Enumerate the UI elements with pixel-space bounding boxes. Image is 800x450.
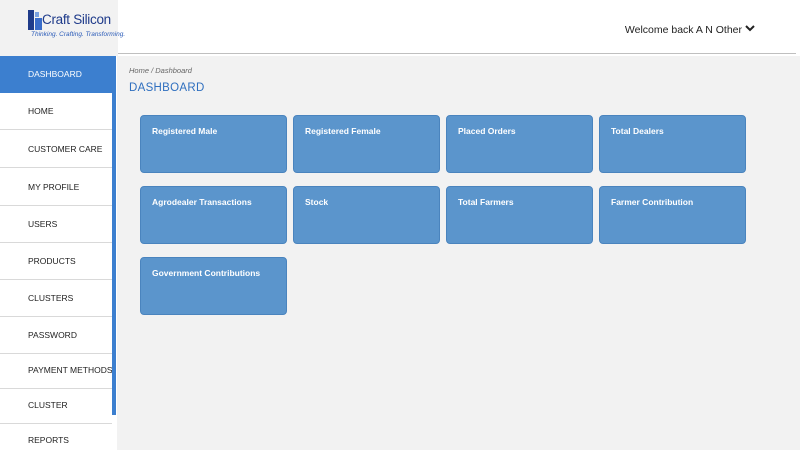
page-title: DASHBOARD	[129, 82, 205, 94]
user-menu[interactable]: Welcome back A N Other	[625, 24, 742, 36]
tile-label: Registered Female	[305, 126, 381, 136]
tile-total-dealers[interactable]: Total Dealers	[599, 115, 746, 173]
tile-label: Total Farmers	[458, 197, 514, 207]
sidebar-item-dashboard[interactable]: DASHBOARD	[0, 56, 116, 93]
tile-label: Government Contributions	[152, 268, 261, 278]
sidebar-item-payment-methods[interactable]: PAYMENT METHODS	[0, 352, 113, 389]
sidebar-item-products[interactable]: PRODUCTS	[0, 243, 112, 280]
sidebar-item-home[interactable]: HOME	[0, 93, 112, 130]
sidebar: DASHBOARD HOME CUSTOMER CARE MY PROFILE …	[0, 56, 117, 450]
sidebar-scroll-rail[interactable]	[112, 56, 116, 415]
tile-placed-orders[interactable]: Placed Orders	[446, 115, 593, 173]
logo-name: Craft Silicon	[42, 12, 111, 27]
sidebar-item-my-profile[interactable]: MY PROFILE	[0, 169, 112, 206]
tile-label: Stock	[305, 197, 329, 207]
tile-government-contributions[interactable]: Government Contributions	[140, 257, 287, 315]
sidebar-item-users[interactable]: USERS	[0, 206, 112, 243]
header-divider	[118, 53, 796, 54]
tile-label: Registered Male	[152, 126, 218, 136]
tile-label: Farmer Contribution	[611, 197, 694, 207]
logo-tagline: Thinking. Crafting. Transforming.	[31, 31, 126, 38]
tile-farmer-contribution[interactable]: Farmer Contribution	[599, 186, 746, 244]
logo-mark-icon	[28, 10, 42, 30]
tile-agrodealer-transactions[interactable]: Agrodealer Transactions	[140, 186, 287, 244]
breadcrumb: Home / Dashboard	[129, 66, 192, 75]
tile-label: Total Dealers	[611, 126, 664, 136]
top-header: Craft Silicon Thinking. Crafting. Transf…	[0, 0, 800, 56]
tile-total-farmers[interactable]: Total Farmers	[446, 186, 593, 244]
welcome-text: Welcome back A N Other	[624, 24, 742, 36]
tile-label: Placed Orders	[458, 126, 516, 136]
sidebar-item-customer-care[interactable]: CUSTOMER CARE	[0, 131, 112, 168]
tile-registered-female[interactable]: Registered Female	[293, 115, 440, 173]
chevron-down-icon[interactable]	[744, 22, 756, 34]
logo[interactable]: Craft Silicon Thinking. Crafting. Transf…	[0, 0, 125, 56]
sidebar-item-password[interactable]: PASSWORD	[0, 317, 112, 354]
tile-stock[interactable]: Stock	[293, 186, 440, 244]
tile-registered-male[interactable]: Registered Male	[140, 115, 287, 173]
sidebar-item-cluster[interactable]: CLUSTER	[0, 387, 112, 424]
tile-label: Agrodealer Transactions	[152, 197, 252, 207]
sidebar-item-reports[interactable]: REPORTS	[0, 422, 112, 450]
sidebar-item-clusters[interactable]: CLUSTERS	[0, 280, 112, 317]
